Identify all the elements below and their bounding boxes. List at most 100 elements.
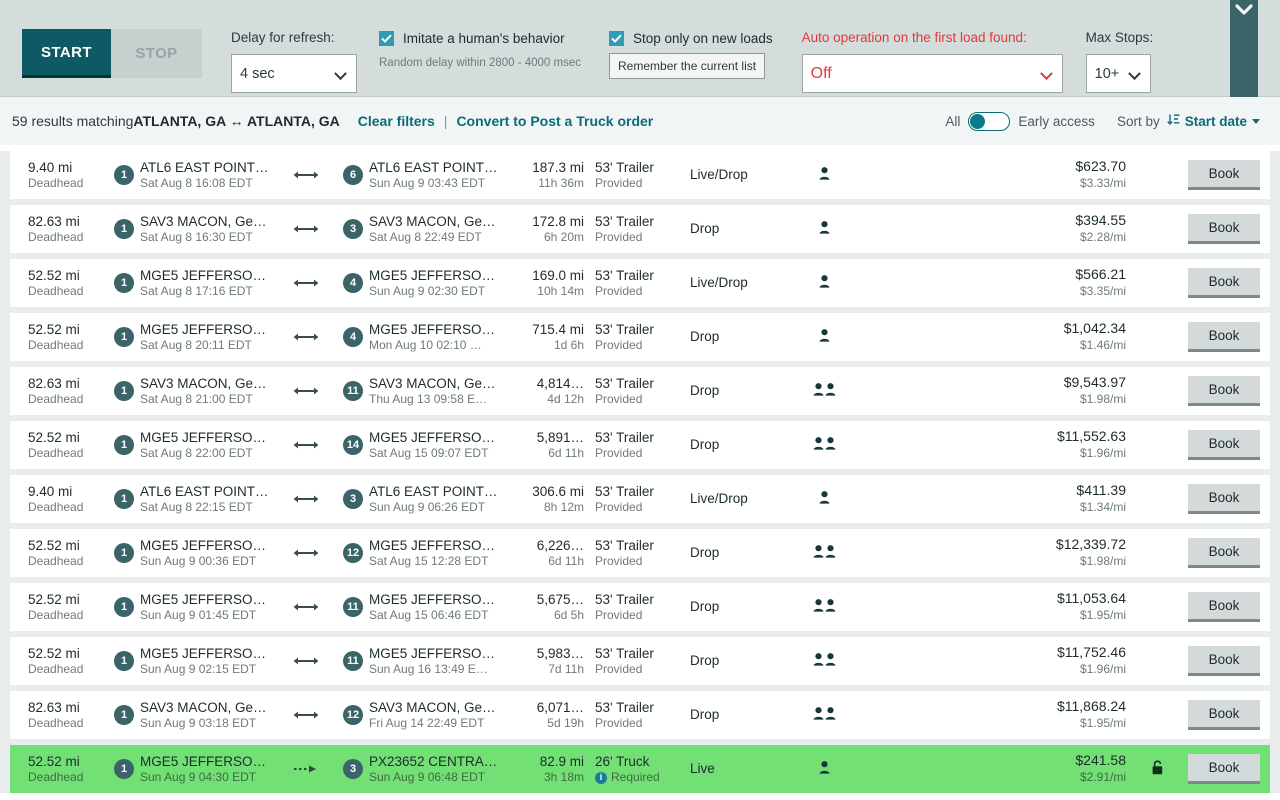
origin-name: SAV3 MACON, Ge… [140, 213, 275, 230]
clear-filters-link[interactable]: Clear filters [358, 113, 435, 129]
bidirectional-arrow-icon [292, 168, 320, 183]
stop-new-loads-checkbox-row[interactable]: Stop only on new loads [609, 31, 773, 46]
sort-by-value: Start date [1185, 114, 1247, 129]
destination-cell: PX23652 CENTRA…Sun Aug 9 06:48 EDT [369, 753, 504, 786]
table-row[interactable]: 52.52 miDeadhead1MGE5 JEFFERSO…Sat Aug 8… [10, 259, 1270, 307]
table-row[interactable]: 52.52 miDeadhead1MGE5 JEFFERSO…Sun Aug 9… [10, 637, 1270, 685]
origin-stop-count: 1 [108, 597, 140, 617]
delay-select[interactable]: 4 sec [231, 54, 357, 93]
book-button[interactable]: Book [1188, 484, 1260, 514]
load-type: Drop [690, 706, 790, 723]
table-row[interactable]: 52.52 miDeadhead1MGE5 JEFFERSO…Sat Aug 8… [10, 313, 1270, 361]
load-type-cell: Drop [680, 706, 790, 723]
book-button[interactable]: Book [1188, 376, 1260, 406]
rate-per-mile: $1.95/mi [1080, 716, 1126, 731]
stop-new-loads-checkbox[interactable] [609, 31, 624, 46]
table-row[interactable]: 52.52 miDeadhead1MGE5 JEFFERSO…Sun Aug 9… [10, 745, 1270, 793]
imitate-human-checkbox-row[interactable]: Imitate a human's behavior [379, 31, 581, 46]
book-button[interactable]: Book [1188, 754, 1260, 784]
imitate-human-checkbox[interactable] [379, 31, 394, 46]
collapse-panel-rail[interactable] [1230, 0, 1258, 97]
deadhead-distance: 82.63 mi [28, 375, 108, 392]
stop-count-badge: 3 [343, 489, 363, 509]
route-filter-text: ATLANTA, GA ↔ ATLANTA, GA [133, 113, 339, 129]
table-row[interactable]: 9.40 miDeadhead1ATL6 EAST POINT…Sat Aug … [10, 151, 1270, 199]
book-button[interactable]: Book [1188, 322, 1260, 352]
deadhead-distance: 52.52 mi [28, 267, 108, 284]
chevron-down-icon[interactable] [1234, 2, 1254, 18]
table-row[interactable]: 82.63 miDeadhead1SAV3 MACON, Ge…Sat Aug … [10, 205, 1270, 253]
rate-per-mile: $2.91/mi [1080, 770, 1126, 785]
destination-name: MGE5 JEFFERSO… [369, 267, 504, 284]
load-type: Live/Drop [690, 274, 790, 291]
origin-stop-count: 1 [108, 651, 140, 671]
early-access-toggle[interactable] [968, 112, 1010, 131]
book-button[interactable]: Book [1188, 538, 1260, 568]
origin-stop-count: 1 [108, 381, 140, 401]
equipment-type: 53' Trailer [595, 483, 680, 500]
origin-stop-count: 1 [108, 489, 140, 509]
origin-name: MGE5 JEFFERSO… [140, 537, 275, 554]
rate-per-mile: $1.98/mi [1080, 392, 1126, 407]
driver-count-cell [790, 221, 858, 237]
destination-cell: MGE5 JEFFERSO…Sat Aug 15 09:07 EDT [369, 429, 504, 462]
deadhead-label: Deadhead [28, 338, 108, 353]
auto-operation-field: Auto operation on the first load found: … [802, 30, 1063, 93]
deadhead-cell: 82.63 miDeadhead [20, 699, 108, 732]
destination-time: Sat Aug 8 22:49 EDT [369, 230, 504, 245]
table-row[interactable]: 52.52 miDeadhead1MGE5 JEFFERSO…Sun Aug 9… [10, 583, 1270, 631]
trip-distance: 187.3 mi [532, 159, 584, 176]
origin-time: Sun Aug 9 01:45 EDT [140, 608, 275, 623]
distance-cell: 82.9 mi3h 18m [504, 753, 584, 786]
load-type: Drop [690, 544, 790, 561]
load-type: Drop [690, 328, 790, 345]
start-button[interactable]: START [22, 29, 111, 78]
table-row[interactable]: 82.63 miDeadhead1SAV3 MACON, Ge…Sun Aug … [10, 691, 1270, 739]
book-cell: Book [1178, 160, 1270, 190]
max-stops-select[interactable]: 10+ [1086, 54, 1151, 93]
sort-by-control[interactable]: Start date [1167, 113, 1260, 129]
price-cell: $411.39$1.34/mi [858, 482, 1136, 515]
price-cell: $11,752.46$1.96/mi [858, 644, 1136, 677]
auto-operation-select[interactable]: Off [802, 54, 1063, 93]
book-cell: Book [1178, 700, 1270, 730]
origin-name: MGE5 JEFFERSO… [140, 753, 275, 770]
stop-button[interactable]: STOP [111, 29, 202, 78]
book-button[interactable]: Book [1188, 592, 1260, 622]
origin-stop-count: 1 [108, 219, 140, 239]
load-type: Drop [690, 220, 790, 237]
book-button[interactable]: Book [1188, 430, 1260, 460]
origin-name: MGE5 JEFFERSO… [140, 321, 275, 338]
origin-stop-count: 1 [108, 759, 140, 779]
remember-current-list-button[interactable]: Remember the current list [609, 53, 765, 79]
toggle-knob [970, 114, 985, 129]
book-button[interactable]: Book [1188, 268, 1260, 298]
table-row[interactable]: 52.52 miDeadhead1MGE5 JEFFERSO…Sat Aug 8… [10, 421, 1270, 469]
total-price: $623.70 [1075, 158, 1126, 176]
destination-stop-count: 12 [337, 705, 369, 725]
book-button[interactable]: Book [1188, 646, 1260, 676]
stop-count-badge: 1 [114, 651, 134, 671]
imitate-human-label: Imitate a human's behavior [403, 31, 565, 46]
toggle-early-access-label: Early access [1018, 114, 1095, 129]
book-button[interactable]: Book [1188, 214, 1260, 244]
trip-distance: 5,675… [537, 591, 584, 608]
book-button[interactable]: Book [1188, 160, 1260, 190]
info-icon[interactable]: i [595, 772, 607, 784]
trip-duration: 6d 11h [548, 446, 584, 461]
origin-cell: ATL6 EAST POINT…Sat Aug 8 16:08 EDT [140, 159, 275, 192]
equipment-cell: 53' TrailerProvided [584, 483, 680, 516]
origin-cell: SAV3 MACON, Ge…Sat Aug 8 16:30 EDT [140, 213, 275, 246]
table-row[interactable]: 52.52 miDeadhead1MGE5 JEFFERSO…Sun Aug 9… [10, 529, 1270, 577]
driver-count-cell [790, 653, 858, 669]
table-row[interactable]: 82.63 miDeadhead1SAV3 MACON, Ge…Sat Aug … [10, 367, 1270, 415]
price-cell: $9,543.97$1.98/mi [858, 374, 1136, 407]
table-row[interactable]: 9.40 miDeadhead1ATL6 EAST POINT…Sat Aug … [10, 475, 1270, 523]
book-button[interactable]: Book [1188, 700, 1260, 730]
max-stops-label: Max Stops: [1086, 30, 1154, 45]
convert-to-post-a-truck-link[interactable]: Convert to Post a Truck order [456, 113, 653, 129]
deadhead-distance: 9.40 mi [28, 483, 108, 500]
deadhead-label: Deadhead [28, 446, 108, 461]
distance-cell: 5,675…6d 5h [504, 591, 584, 624]
destination-stop-count: 14 [337, 435, 369, 455]
